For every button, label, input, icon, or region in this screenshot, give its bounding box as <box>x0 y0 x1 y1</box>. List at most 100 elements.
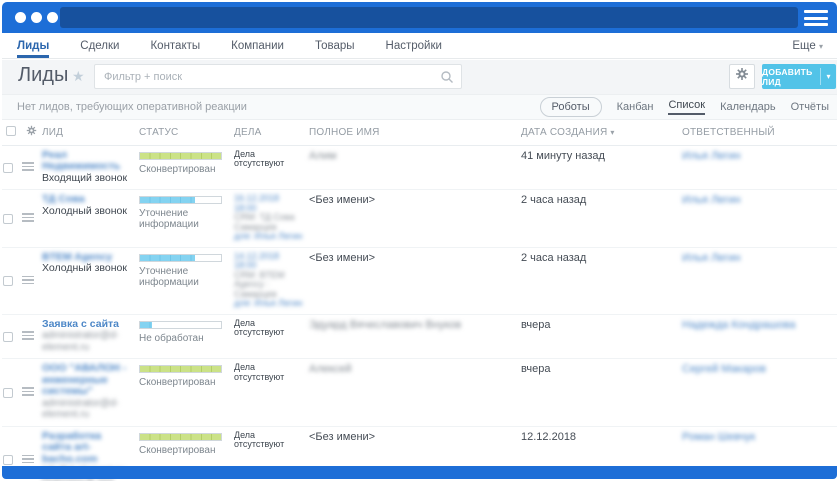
nav-more-button[interactable]: Еще ▾ <box>792 40 823 52</box>
counter-message: Нет лидов, требующих оперативной реакции <box>17 101 247 113</box>
lead-subtext: Входящий звонок <box>42 171 128 184</box>
lead-subtext: administrator@d-element.ru <box>42 397 119 421</box>
page-title: Лиды <box>18 64 69 86</box>
status-progress-bar <box>139 151 222 160</box>
column-settings-gear-icon[interactable] <box>26 126 37 139</box>
nav-item-products[interactable]: Товары <box>315 33 355 58</box>
created-date: вчера <box>521 318 551 331</box>
nav-item-companies[interactable]: Компании <box>231 33 284 58</box>
responsible-link[interactable]: Сергей Макаров <box>682 363 831 375</box>
row-menu-icon[interactable] <box>22 211 34 224</box>
row-checkbox[interactable] <box>3 276 13 286</box>
activity-line[interactable]: 14.12.2018 18:00 <box>234 251 303 271</box>
row-checkbox[interactable] <box>3 331 13 342</box>
row-checkbox[interactable] <box>3 162 13 173</box>
row-checkbox[interactable] <box>3 387 13 398</box>
status-label: Сконвертирован <box>139 163 216 175</box>
activity-line: Дела отсутствуют <box>234 362 285 382</box>
nav-item-contacts[interactable]: Контакты <box>150 33 200 58</box>
status-label: Уточнение информации <box>139 208 199 230</box>
column-header-responsible[interactable]: ОТВЕТСТВЕННЫЙ <box>682 120 837 146</box>
logo-dots-icon <box>15 12 58 23</box>
filter-search-input[interactable] <box>95 65 461 88</box>
toolbar: Лиды ★ ДОБАВИТЬ ЛИД ▾ <box>2 60 837 94</box>
activity-line: Дела отсутствуют <box>234 148 285 168</box>
table-row: ТД Сова Холодный звонок Уточнение информац… <box>2 189 837 248</box>
filter-search-box <box>94 64 462 89</box>
row-checkbox[interactable] <box>3 213 13 224</box>
table-body: Реал Недвижимость Входящий звонок Сконверт… <box>2 145 837 481</box>
responsible-link[interactable]: Надежда Кондрашова <box>682 319 831 331</box>
global-search-bar[interactable] <box>60 7 798 28</box>
gear-icon <box>735 67 749 86</box>
top-header-bar <box>2 2 837 33</box>
view-calendar[interactable]: Календарь <box>720 101 776 113</box>
responsible-link[interactable]: Илья Легин <box>682 194 831 206</box>
column-header-fullname[interactable]: ПОЛНОЕ ИМЯ <box>309 120 521 146</box>
table-row: Реал Недвижимость Входящий звонок Сконверт… <box>2 145 837 190</box>
settings-gear-button[interactable] <box>729 64 755 89</box>
status-progress-bar <box>139 432 222 441</box>
status-label: Сконвертирован <box>139 377 216 388</box>
activity-line[interactable]: для: Илья Легин <box>234 231 303 242</box>
activity-line[interactable]: 16.12.2018 18:00 <box>234 193 303 213</box>
add-lead-button[interactable]: ДОБАВИТЬ ЛИД ▾ <box>762 64 836 89</box>
lead-link[interactable]: BTEM Agency <box>42 251 133 264</box>
status-progress-bar <box>139 320 222 329</box>
lead-link[interactable]: Реал Недвижимость <box>42 149 133 173</box>
chevron-down-icon[interactable]: ▾ <box>821 64 836 89</box>
row-menu-icon[interactable] <box>22 385 34 398</box>
status-progress-bar <box>139 253 222 262</box>
view-robots[interactable]: Роботы <box>539 97 602 117</box>
responsible-link[interactable]: Роман Шевчук <box>682 431 831 443</box>
app-window: Лиды Сделки Контакты Компании Товары Нас… <box>0 0 839 481</box>
column-header-activity[interactable]: ДЕЛА <box>234 120 309 146</box>
column-header-status[interactable]: СТАТУС <box>139 120 234 146</box>
responsible-link[interactable]: Илья Легин <box>682 252 831 264</box>
favorite-star-icon[interactable]: ★ <box>72 68 85 85</box>
table-row: BTEM Agency Холодный звонок Уточнение инфо… <box>2 247 837 315</box>
nav-item-settings[interactable]: Настройки <box>386 33 442 58</box>
view-kanban[interactable]: Канбан <box>617 101 654 113</box>
row-menu-icon[interactable] <box>22 160 34 173</box>
full-name: <Без имени> <box>309 194 376 206</box>
status-progress-bar <box>139 196 222 204</box>
row-checkbox[interactable] <box>3 455 13 466</box>
status-strip: Нет лидов, требующих оперативной реакции… <box>2 94 837 120</box>
lead-subtext: Холодный звонок <box>42 262 127 274</box>
lead-link[interactable]: ООО "АВАЛОН - инженерные системы" <box>42 362 133 398</box>
chevron-down-icon: ▾ <box>818 41 823 51</box>
lead-link[interactable]: Разработка сайта art-bacho.com <box>42 430 133 466</box>
lead-link[interactable]: Заявка с сайта <box>42 318 133 331</box>
table-row: ООО "АВАЛОН - инженерные системы" adminis… <box>2 358 837 427</box>
row-menu-icon[interactable] <box>22 274 34 287</box>
column-header-lead[interactable]: ЛИД <box>42 120 139 146</box>
search-icon[interactable] <box>440 70 454 89</box>
select-all-checkbox[interactable] <box>6 125 16 136</box>
status-progress-bar <box>139 365 222 373</box>
row-menu-icon[interactable] <box>22 453 34 466</box>
status-label: Не обработан <box>139 332 204 344</box>
column-header-created[interactable]: ДАТА СОЗДАНИЯ ▾ <box>521 120 682 146</box>
table-row: Заявка с сайта administrator@d-element.ru… <box>2 314 837 359</box>
view-reports[interactable]: Отчёты <box>791 101 829 113</box>
activity-line: Дела отсутствуют <box>234 429 285 449</box>
activity-line: Дела отсутствуют <box>234 317 285 337</box>
main-nav: Лиды Сделки Контакты Компании Товары Нас… <box>2 33 837 59</box>
status-label: Сконвертирован <box>139 444 216 456</box>
lead-link[interactable]: ТД Сова <box>42 193 133 206</box>
full-name: Эдуард Вячеславович Внуков <box>309 318 462 331</box>
nav-item-leads[interactable]: Лиды <box>17 33 50 58</box>
view-switcher: Роботы Канбан Список Календарь Отчёты <box>539 97 829 117</box>
table-header-row: ЛИД СТАТУС ДЕЛА ПОЛНОЕ ИМЯ ДАТА СОЗДАНИЯ… <box>2 120 837 146</box>
nav-item-deals[interactable]: Сделки <box>80 33 119 58</box>
view-list[interactable]: Список <box>668 99 706 115</box>
responsible-link[interactable]: Илья Легин <box>682 150 831 162</box>
activity-line[interactable]: для: Илья Легин <box>234 298 303 309</box>
lead-subtext: administrator@d-element.ru <box>42 330 119 353</box>
bottom-bar <box>2 466 837 479</box>
hamburger-menu-icon[interactable] <box>804 10 828 26</box>
sort-down-icon: ▾ <box>610 127 615 137</box>
lead-subtext: Холодный звонок <box>42 204 127 217</box>
row-menu-icon[interactable] <box>22 329 34 342</box>
